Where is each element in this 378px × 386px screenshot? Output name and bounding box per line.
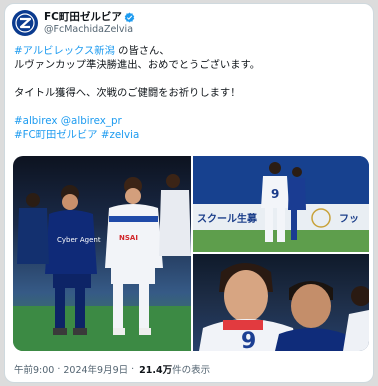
view-count: 21.4万 [139, 365, 173, 376]
tweet-line-3: タイトル獲得へ、次戦のご健闘をお祈りします！ [14, 87, 241, 99]
photo-2[interactable]: スクール生募 フッ 9 [193, 156, 369, 252]
hashtag-fc-machida-zelvia[interactable]: #FC町田ゼルビア [14, 129, 98, 141]
sponsor-text: Cyber Agent [57, 236, 101, 244]
tweet-text-segment: の皆さん、 [114, 45, 170, 57]
tweet-time[interactable]: 午前9:00 [14, 362, 54, 376]
tweet-date[interactable]: 2024年9月9日 [63, 362, 128, 376]
players-lineup-photo: Cyber Agent NSAI [13, 174, 191, 351]
separator-dot: · [57, 363, 61, 375]
jersey-number-2: 9 [241, 329, 256, 351]
display-name[interactable]: FC町田ゼルビア [44, 11, 122, 24]
hashtag-albirex[interactable]: #albirex [14, 115, 57, 127]
jersey-number: 9 [271, 187, 279, 201]
handle[interactable]: @FcMachidaZelvia [44, 24, 135, 36]
tweet-header: FC町田ゼルビア @FcMachidaZelvia [12, 9, 135, 37]
club-logo-icon [13, 11, 37, 35]
stadium-sign-text: スクール生募 [197, 212, 258, 225]
view-count-label: 件の表示 [172, 365, 211, 376]
sponsor-text-2: NSAI [119, 234, 138, 242]
media-grid: Cyber Agent NSAI スクール生募 フッ 9 9 [13, 156, 369, 351]
player-walking-photo: スクール生募 フッ 9 [193, 156, 369, 252]
hashtag-zelvia[interactable]: #zelvia [101, 129, 140, 141]
hashtag-albirex-niigata[interactable]: #アルビレックス新潟 [14, 45, 115, 57]
tweet-line-2: ルヴァンカップ準決勝進出、おめでとうございます。 [14, 59, 261, 71]
tweet-line-4: #albirex @albirex_pr [14, 114, 369, 128]
photo-3[interactable]: 9 [193, 254, 369, 351]
tweet-footer: 午前9:00 · 2024年9月9日 · 21.4万 件の表示 [14, 362, 211, 377]
photo-1[interactable]: Cyber Agent NSAI [13, 156, 191, 351]
tweet-line-5: #FC町田ゼルビア #zelvia [14, 128, 369, 142]
players-closeup-photo: 9 [199, 263, 369, 351]
tweet-text: #アルビレックス新潟 の皆さん、 ルヴァンカップ準決勝進出、おめでとうございます… [14, 44, 369, 142]
avatar[interactable] [12, 10, 38, 36]
verified-badge-icon [124, 12, 135, 23]
tweet-line-1: #アルビレックス新潟 の皆さん、 [14, 44, 369, 58]
mention-albirex-pr[interactable]: @albirex_pr [61, 115, 122, 127]
separator-dot: · [131, 363, 135, 375]
stadium-sign-text-2: フッ [339, 213, 359, 225]
tweet-card: FC町田ゼルビア @FcMachidaZelvia #アルビレックス新潟 の皆さ… [4, 3, 374, 383]
